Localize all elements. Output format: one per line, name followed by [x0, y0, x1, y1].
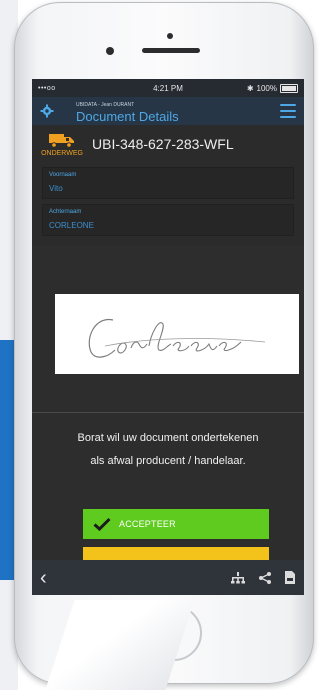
status-time: 4:21 PM: [153, 83, 183, 93]
gear-icon[interactable]: [40, 104, 54, 118]
checkmark-icon: [93, 517, 111, 531]
last-name-value: CORLEONE: [49, 221, 94, 230]
status-bar: •••oo 4:21 PM ✱ 100%: [32, 79, 304, 97]
pdf-icon[interactable]: [284, 570, 296, 585]
toolbar-actions: [230, 570, 296, 585]
document-header: ONDERWEG UBI-348-627-283-WFL: [32, 125, 304, 163]
app-navbar: UBIDATA - Jean DURANT Document Details: [32, 97, 304, 125]
message-line-2: als afwal producent / handelaar.: [90, 455, 246, 467]
last-name-field[interactable]: Achternaam CORLEONE: [42, 204, 294, 236]
bottom-toolbar: ‹: [32, 560, 304, 595]
first-name-label: Voornaam: [49, 172, 77, 178]
earpiece-speaker: [142, 48, 200, 53]
handwritten-signature: [88, 319, 266, 358]
network-icon[interactable]: [230, 571, 246, 584]
battery-icon: [280, 83, 298, 93]
first-name-field[interactable]: Voornaam Vito: [42, 167, 294, 199]
first-name-value: Vito: [49, 184, 63, 193]
front-sensor: [167, 33, 173, 39]
share-icon[interactable]: [258, 571, 272, 585]
accept-button[interactable]: ACCEPTEER: [83, 509, 269, 539]
truck-icon: [49, 133, 74, 148]
section-divider: [32, 412, 304, 413]
accept-button-label: ACCEPTEER: [119, 519, 176, 529]
status-label: ONDERWEG: [41, 149, 83, 157]
hamburger-icon[interactable]: [280, 104, 296, 118]
last-name-label: Achternaam: [49, 209, 82, 215]
front-camera: [106, 47, 114, 55]
nav-subtitle: UBIDATA - Jean DURANT: [76, 102, 135, 108]
signature-pad[interactable]: [55, 294, 299, 374]
chevron-left-icon[interactable]: ‹: [40, 568, 47, 588]
document-id: UBI-348-627-283-WFL: [92, 136, 234, 152]
page-title: Document Details: [76, 109, 179, 124]
app-screen: •••oo 4:21 PM ✱ 100% UBIDATA - Jean DURA…: [32, 79, 304, 595]
message-line-1: Borat wil uw document ondertekenen: [77, 432, 259, 444]
document-status: ONDERWEG: [40, 132, 84, 157]
background-blue-bar: [0, 340, 14, 580]
signing-request-message: Borat wil uw document ondertekenen als a…: [32, 427, 304, 473]
signer-form: Voornaam Vito Achternaam CORLEONE: [32, 163, 304, 245]
